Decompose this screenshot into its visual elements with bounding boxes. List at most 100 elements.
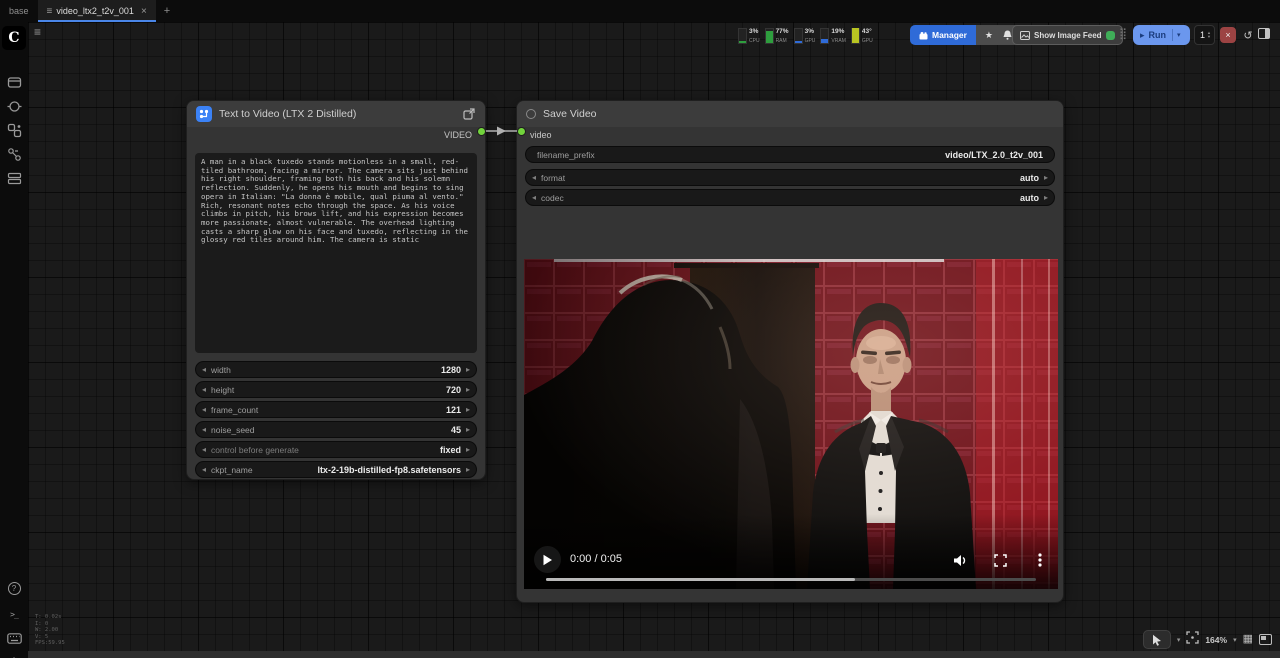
ltx-node-badge-icon [196, 106, 212, 122]
model-library-icon[interactable] [6, 98, 22, 114]
increment-icon[interactable]: ▸ [1044, 194, 1048, 202]
decrement-icon[interactable]: ◂ [202, 366, 206, 374]
widget-value[interactable]: 720 [446, 385, 461, 395]
widget-value[interactable]: 45 [451, 425, 461, 435]
run-button[interactable]: ▸ Run ▾ [1133, 25, 1190, 45]
collapse-node-icon[interactable] [526, 109, 536, 119]
increment-icon[interactable]: ▸ [466, 466, 470, 474]
settings-gear-icon[interactable]: ⚙ [6, 654, 22, 658]
canvas-menu-icon[interactable]: ≡ [34, 25, 41, 39]
widget-name: frame_count [211, 405, 258, 415]
time-display: 0:00 / 0:05 [570, 553, 622, 565]
node-header[interactable]: Save Video [517, 101, 1063, 127]
node-library-icon[interactable] [6, 122, 22, 138]
zoom-chevron-icon[interactable]: ▾ [1233, 636, 1237, 644]
comfyui-window: base ≡ video_ltx2_t2v_001 × + C ? >_ [0, 0, 1280, 658]
widget-ckpt-name[interactable]: ◂ ckpt_name ltx-2-19b-distilled-fp8.safe… [195, 461, 477, 478]
tab-label: video_ltx2_t2v_001 [56, 6, 134, 16]
stop-icon: × [1225, 30, 1230, 40]
output-socket-video[interactable] [477, 127, 486, 136]
input-socket-video[interactable] [517, 127, 526, 136]
increment-icon[interactable]: ▸ [466, 406, 470, 414]
widget-noise-seed[interactable]: ◂ noise_seed 45 ▸ [195, 421, 477, 438]
expand-preview-icon[interactable] [462, 107, 476, 121]
widget-value[interactable]: ltx-2-19b-distilled-fp8.safetensors [317, 465, 461, 475]
widget-value[interactable]: auto [1020, 193, 1039, 203]
batch-count-input[interactable]: 1 ▲ ▼ [1194, 25, 1215, 45]
terminal-icon[interactable]: >_ [6, 606, 22, 622]
node-text-to-video[interactable]: Text to Video (LTX 2 Distilled) VIDEO A … [186, 100, 486, 480]
fullscreen-icon[interactable] [992, 552, 1008, 568]
close-tab-icon[interactable]: × [141, 6, 147, 17]
widget-value[interactable]: fixed [440, 445, 461, 455]
toolbar-drag-handle[interactable]: ⣿ [1119, 27, 1127, 40]
queue-icon[interactable] [6, 170, 22, 186]
tool-chevron-icon[interactable]: ▾ [1177, 636, 1181, 644]
widget-format[interactable]: ◂ format auto ▸ [525, 169, 1055, 186]
toggle-panel-button[interactable] [1258, 28, 1270, 39]
tab-video-ltx2[interactable]: ≡ video_ltx2_t2v_001 × [38, 0, 156, 22]
decrement-icon[interactable]: ◂ [532, 174, 536, 182]
widget-filename-prefix[interactable]: filename_prefix video/LTX_2.0_t2v_001 [525, 146, 1055, 163]
overflow-menu-icon[interactable] [1032, 552, 1048, 568]
batch-count-value[interactable]: 1 [1200, 30, 1205, 40]
widget-frame-count[interactable]: ◂ frame_count 121 ▸ [195, 401, 477, 418]
decrement-icon[interactable]: ◂ [202, 426, 206, 434]
widget-name: control before generate [211, 445, 299, 455]
node-link [485, 125, 518, 137]
decrement-icon[interactable]: ◂ [202, 406, 206, 414]
widget-value[interactable]: video/LTX_2.0_t2v_001 [945, 150, 1043, 160]
increment-icon[interactable]: ▸ [466, 426, 470, 434]
gpu-monitor: 3%GPU [794, 26, 816, 44]
decrement-icon[interactable]: ◂ [202, 466, 206, 474]
increment-icon[interactable]: ▸ [1044, 174, 1048, 182]
minimap-toggle-icon[interactable] [1259, 634, 1272, 645]
pointer-tool-button[interactable] [1143, 630, 1171, 649]
increment-icon[interactable]: ▸ [466, 446, 470, 454]
perf-stats-overlay: T: 0.02s I: 0 W: 2.00 V: 5 FPS:59.95 [35, 614, 65, 647]
zoom-level[interactable]: 164% [1205, 635, 1227, 645]
widget-codec[interactable]: ◂ codec auto ▸ [525, 189, 1055, 206]
workflow-menu-icon: ≡ [47, 6, 53, 17]
widget-value[interactable]: 121 [446, 405, 461, 415]
play-button[interactable] [534, 546, 561, 573]
run-options-chevron-icon[interactable]: ▾ [1177, 31, 1181, 39]
star-icon[interactable]: ★ [980, 27, 998, 43]
seek-bar[interactable] [546, 578, 1036, 581]
widget-value[interactable]: auto [1020, 173, 1039, 183]
widget-height[interactable]: ◂ height 720 ▸ [195, 381, 477, 398]
decrement-icon[interactable]: ◂ [202, 386, 206, 394]
spinner-down-icon[interactable]: ▼ [1207, 35, 1211, 39]
widget-control-before-generate[interactable]: ◂ control before generate fixed ▸ [195, 441, 477, 458]
widget-value[interactable]: 1280 [441, 365, 461, 375]
show-image-feed-button[interactable]: Show Image Feed [1012, 25, 1123, 45]
volume-icon[interactable] [952, 552, 968, 568]
increment-icon[interactable]: ▸ [466, 386, 470, 394]
run-play-icon: ▸ [1140, 30, 1145, 41]
new-tab-button[interactable]: + [156, 0, 178, 22]
tab-base[interactable]: base [0, 0, 38, 22]
video-preview[interactable]: 0:00 / 0:05 [524, 259, 1058, 589]
video-frame-scene [524, 259, 1058, 589]
manager-button[interactable]: Manager [910, 25, 976, 45]
increment-icon[interactable]: ▸ [466, 366, 470, 374]
interrupt-button[interactable]: × [1220, 27, 1236, 43]
shortcuts-icon[interactable] [6, 630, 22, 646]
widget-width[interactable]: ◂ width 1280 ▸ [195, 361, 477, 378]
node-header[interactable]: Text to Video (LTX 2 Distilled) [187, 101, 485, 127]
fit-view-icon[interactable] [1186, 631, 1199, 649]
decrement-icon[interactable]: ◂ [532, 194, 536, 202]
left-sidebar: C ? >_ ⚙ [0, 22, 28, 658]
widget-name: width [211, 365, 231, 375]
horizontal-scrollbar[interactable] [28, 651, 1280, 658]
templates-icon[interactable] [6, 146, 22, 162]
decrement-icon[interactable]: ◂ [202, 446, 206, 454]
workflows-icon[interactable] [6, 74, 22, 90]
show-image-feed-label: Show Image Feed [1034, 31, 1102, 40]
history-button[interactable]: ↺ [1240, 26, 1256, 44]
prompt-textarea[interactable]: A man in a black tuxedo stands motionles… [195, 153, 477, 353]
node-save-video[interactable]: Save Video video filename_prefix video/L… [516, 100, 1064, 603]
history-icon: ↺ [1243, 29, 1252, 42]
grid-toggle-icon[interactable]: ▦ [1243, 634, 1253, 645]
help-icon[interactable]: ? [6, 580, 22, 596]
